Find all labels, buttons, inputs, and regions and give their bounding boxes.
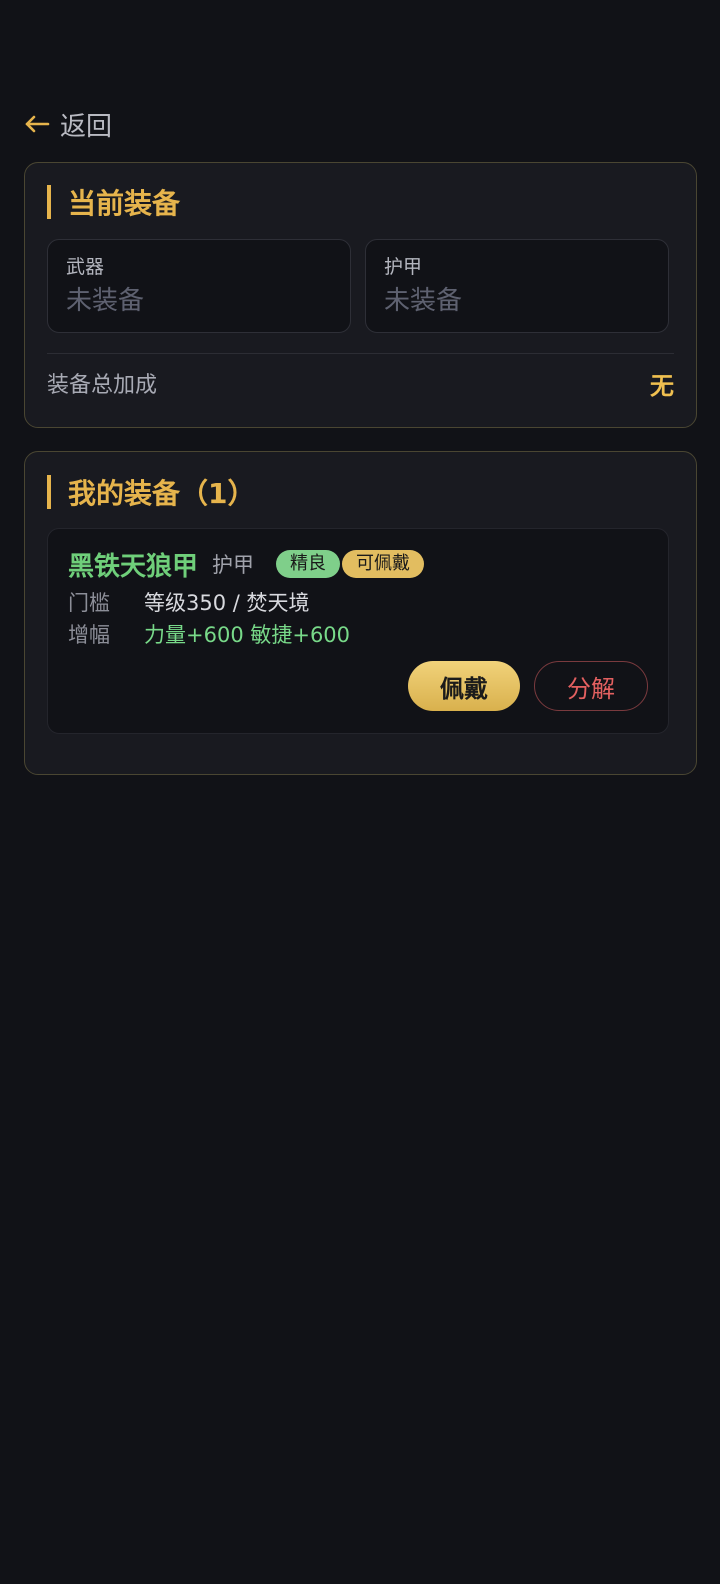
wearable-badge: 可佩戴 — [342, 550, 425, 578]
item-header: 黑铁天狼甲 护甲 精良 可佩戴 — [68, 547, 425, 582]
back-button[interactable]: 返回 — [24, 104, 112, 144]
requirement-label: 门槛 — [68, 591, 110, 615]
back-label: 返回 — [60, 111, 113, 142]
bonus-value: 力量+600 敏捷+600 — [144, 623, 351, 647]
bonus-row: 增幅 力量+600 敏捷+600 — [68, 619, 350, 649]
salvage-button[interactable]: 分解 — [534, 661, 648, 711]
bonus-label: 增幅 — [68, 623, 110, 647]
total-bonus-label: 装备总加成 — [47, 373, 158, 398]
weapon-slot-value: 未装备 — [66, 286, 145, 316]
armor-slot-value: 未装备 — [384, 286, 463, 316]
weapon-slot-label: 武器 — [66, 256, 105, 278]
weapon-slot[interactable]: 武器 未装备 — [47, 239, 351, 333]
equipment-item-card: 黑铁天狼甲 护甲 精良 可佩戴 门槛 等级350 / 焚天境 增幅 力量+600… — [47, 528, 669, 734]
equip-button[interactable]: 佩戴 — [408, 661, 520, 711]
total-bonus-value: 无 — [650, 372, 674, 400]
current-equipment-title: 当前装备 — [47, 185, 180, 220]
requirement-value: 等级350 / 焚天境 — [144, 591, 310, 615]
armor-slot[interactable]: 护甲 未装备 — [365, 239, 669, 333]
divider — [47, 353, 674, 354]
current-equipment-panel: 当前装备 武器 未装备 护甲 未装备 装备总加成 无 — [24, 162, 697, 428]
my-equipment-panel: 我的装备（1） 黑铁天狼甲 护甲 精良 可佩戴 门槛 等级350 / 焚天境 增… — [24, 451, 697, 775]
arrow-left-icon — [25, 115, 50, 133]
armor-slot-label: 护甲 — [384, 256, 423, 278]
item-name: 黑铁天狼甲 — [68, 551, 199, 582]
item-type: 护甲 — [212, 553, 255, 577]
requirement-row: 门槛 等级350 / 焚天境 — [68, 587, 310, 617]
my-equipment-title: 我的装备（1） — [47, 475, 255, 510]
quality-badge: 精良 — [276, 550, 341, 578]
